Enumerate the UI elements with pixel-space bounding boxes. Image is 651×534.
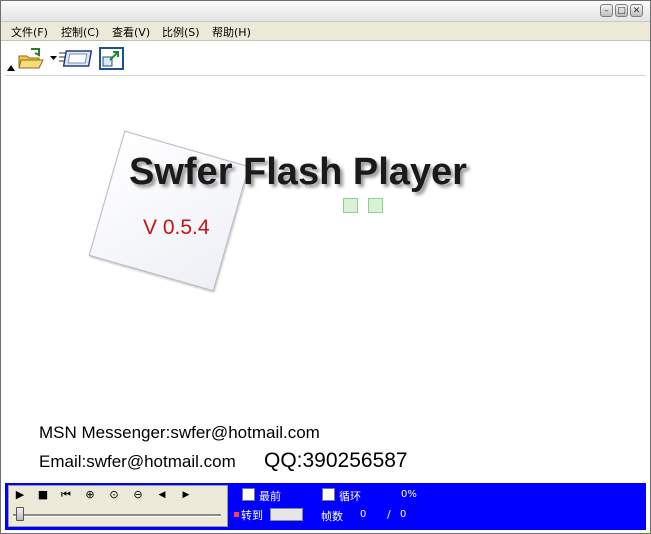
frame-separator: / [387,508,391,521]
zoom-out-button[interactable]: ⊖ [131,488,145,502]
fullscreen-icon[interactable] [99,47,125,71]
rewind-button[interactable]: ⏮ [59,488,73,502]
splash-version: V 0.5.4 [143,216,210,239]
goto-marker-icon [234,512,239,517]
zoom-in-button[interactable]: ⊕ [83,488,97,502]
green-square-decoration [368,198,383,213]
loop-checkbox[interactable] [322,488,335,501]
frames-label: 帧数 [321,510,343,523]
topmost-checkbox[interactable] [242,488,255,501]
contact-qq: QQ:390256587 [264,449,408,472]
step-back-button[interactable]: ◀ [155,488,169,502]
toolbar [5,43,645,76]
goto-frame-input[interactable] [270,508,303,521]
menu-help[interactable]: 帮助(H) [212,24,251,40]
menu-view[interactable]: 查看(V) [112,24,150,40]
control-bar: ▶ ■ ⏮ ⊕ ⊙ ⊖ ◀ ▶ 最前 循环 0% 转到 帧数 0 / 0 [5,483,646,530]
menu-control[interactable]: 控制(C) [61,24,99,40]
loop-label: 循环 [339,490,361,503]
player-area[interactable] [5,77,646,481]
open-folder-icon[interactable] [17,47,45,71]
zoom-reset-button[interactable]: ⊙ [107,488,121,502]
step-forward-button[interactable]: ▶ [179,488,193,502]
menu-scale[interactable]: 比例(S) [162,24,200,40]
app-window: – □ ✕ 文件(F) 控制(C) 查看(V) 比例(S) 帮助(H) Swfe… [0,0,651,534]
toolbar-grip-icon [7,65,15,71]
playlist-dropdown-icon[interactable] [49,47,95,71]
topmost-label: 最前 [259,490,281,503]
splash-title: Swfer Flash Player [129,151,467,193]
green-square-decoration [343,198,358,213]
seek-slider-thumb[interactable] [16,507,24,521]
menu-bar: 文件(F) 控制(C) 查看(V) 比例(S) 帮助(H) [1,22,650,41]
contact-email: Email:swfer@hotmail.com [39,452,236,471]
maximize-button[interactable]: □ [615,4,628,17]
menu-file[interactable]: 文件(F) [11,24,48,40]
goto-label: 转到 [241,509,263,522]
current-frame: 0 [360,509,367,520]
total-frames: 0 [400,509,407,520]
stop-button[interactable]: ■ [36,488,50,502]
minimize-button[interactable]: – [600,4,613,17]
play-button[interactable]: ▶ [13,488,27,502]
close-button[interactable]: ✕ [630,4,643,17]
contact-msn: MSN Messenger:swfer@hotmail.com [39,423,320,442]
seek-slider-track[interactable] [13,514,221,517]
progress-percent: 0% [401,489,417,500]
transport-panel: ▶ ■ ⏮ ⊕ ⊙ ⊖ ◀ ▶ [8,485,228,527]
title-bar[interactable]: – □ ✕ [1,1,650,22]
